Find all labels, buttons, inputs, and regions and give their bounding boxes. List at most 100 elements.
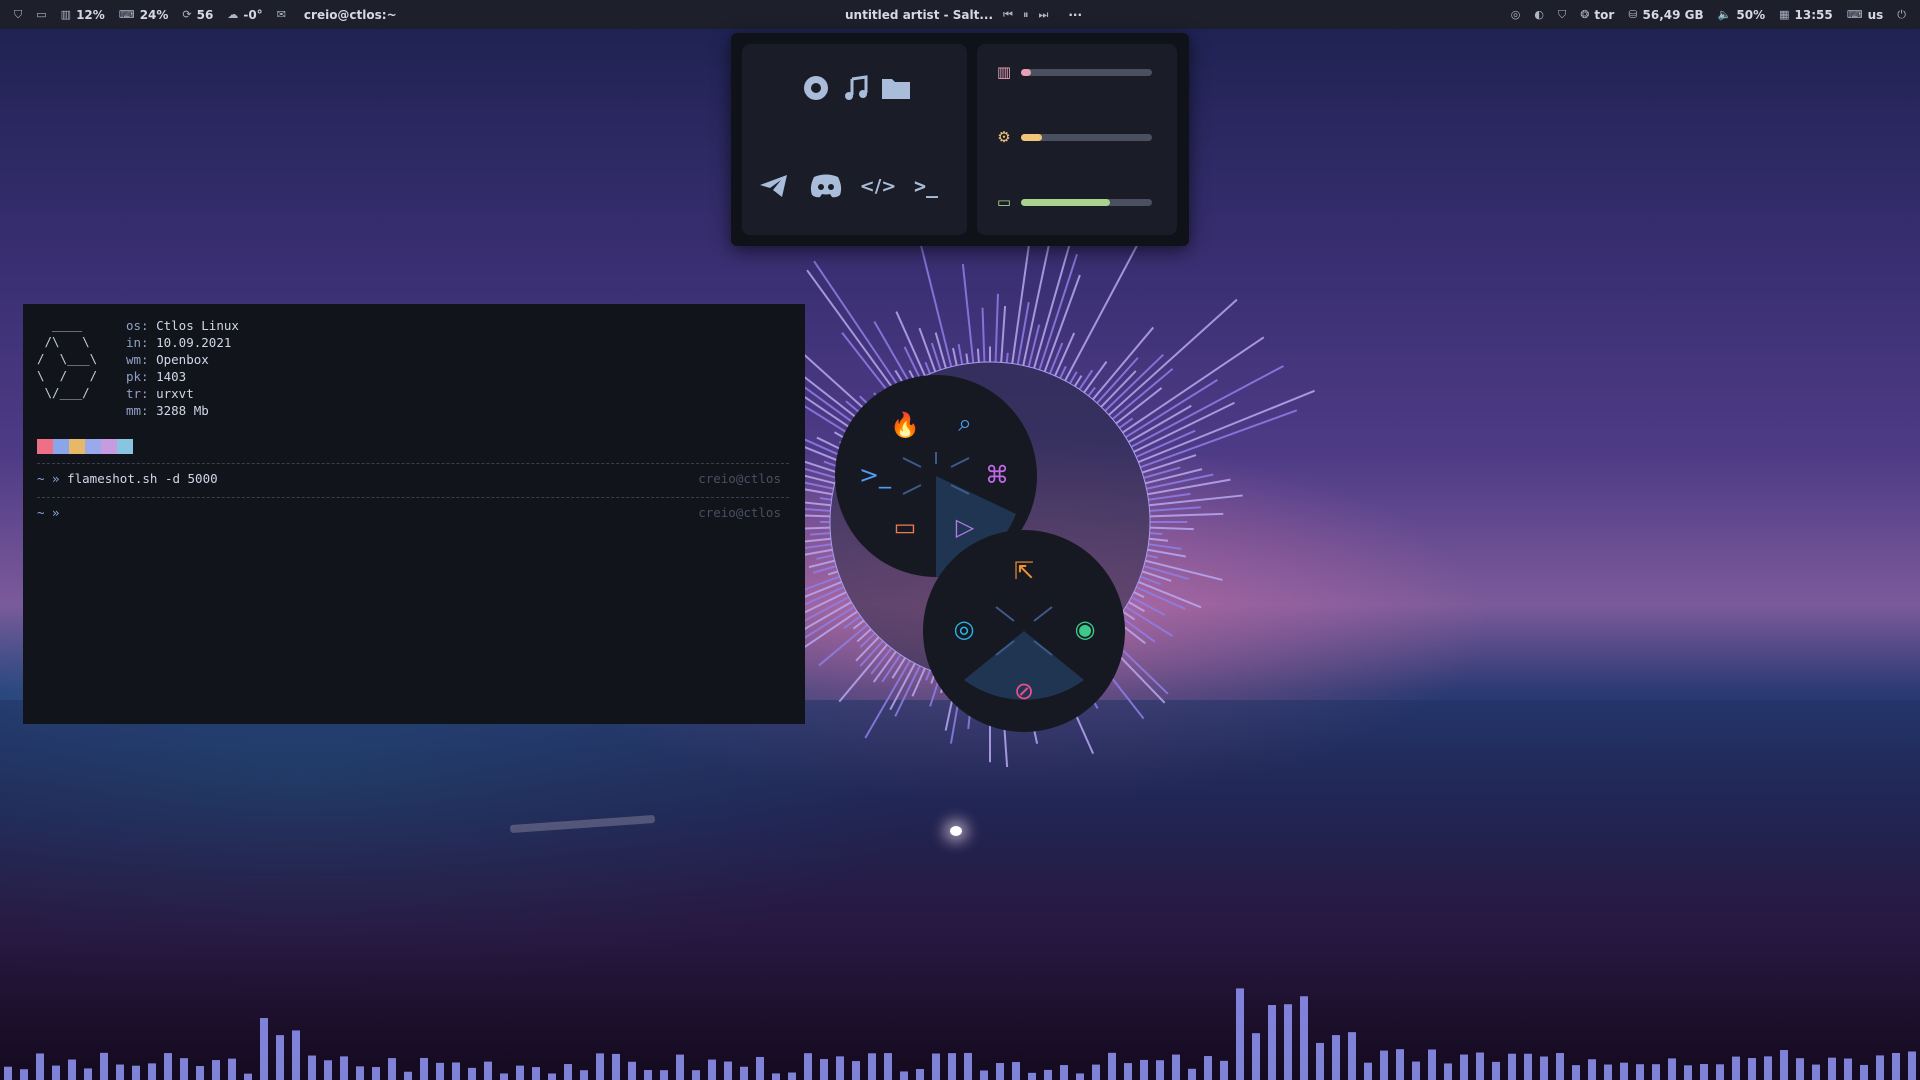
spectrum-bar	[1348, 1032, 1356, 1080]
visualizer-bar	[894, 665, 921, 717]
widget-value: 12%	[76, 7, 105, 22]
spectrum-bar	[388, 1058, 396, 1080]
system-meters: ▥ ⚙ ▭	[977, 44, 1177, 235]
folder-radial-icon[interactable]: ▭	[888, 510, 922, 544]
monitor-icon: ▭	[36, 8, 47, 21]
play-radial-icon[interactable]: ▷	[948, 510, 982, 544]
left-widget[interactable]: ⟳ 56	[182, 8, 213, 22]
visualizer-bar	[1146, 554, 1158, 559]
right-widget[interactable]: ⛉	[1558, 8, 1566, 22]
firefox-radial-icon[interactable]: 🔥	[888, 408, 922, 442]
left-widget[interactable]: ▥ 12%	[61, 8, 105, 22]
info-row: pk: 1403	[126, 368, 239, 385]
disk-icon: ⛁	[1628, 8, 1638, 21]
right-widget[interactable]: 🔈 50%	[1718, 8, 1765, 22]
cpu-meter-fill	[1021, 134, 1042, 141]
left-widget[interactable]: ▭	[36, 8, 46, 21]
spectrum-bar	[1860, 1064, 1868, 1080]
left-widget[interactable]: ⌨ 24%	[119, 8, 169, 22]
memory-chip-icon: ▥	[996, 63, 1012, 81]
spectrum-bar	[1332, 1035, 1340, 1080]
visualizer-bar	[798, 575, 840, 593]
visualizer-bar	[812, 565, 837, 574]
spectrum-bar	[660, 1070, 668, 1080]
spectrum-bar	[1620, 1062, 1628, 1080]
right-widget[interactable]: ⛁ 56,49 GB	[1628, 8, 1703, 22]
right-widget[interactable]: ⏻	[1897, 8, 1906, 22]
code-icon[interactable]: </>	[858, 166, 898, 206]
spectrum-bar	[1540, 1056, 1548, 1080]
info-row: in: 10.09.2021	[126, 334, 239, 351]
firefox-icon[interactable]	[796, 68, 836, 108]
next-track-icon[interactable]: ⏭	[1038, 8, 1048, 22]
spectrum-bar	[1460, 1054, 1468, 1080]
record-icon[interactable]: ◉	[1068, 612, 1102, 646]
color-swatch	[69, 439, 85, 454]
spectrum-bar	[532, 1067, 540, 1080]
visualizer-bar	[1073, 375, 1083, 387]
spectrum-bar	[884, 1053, 892, 1080]
left-widget[interactable]: ✉	[277, 8, 286, 21]
visualizer-bar	[1078, 369, 1094, 390]
spectrum-bar	[180, 1058, 188, 1080]
previous-track-icon[interactable]: ⏮	[1003, 8, 1013, 22]
right-widget[interactable]: ❂ tor	[1580, 8, 1614, 22]
spectrum-bar	[340, 1056, 348, 1080]
info-value: Ctlos Linux	[156, 318, 239, 333]
spectrum-bar	[868, 1053, 876, 1080]
spectrum-bar	[932, 1053, 940, 1080]
search-radial-icon[interactable]: ⌕	[948, 406, 982, 440]
system-info: os: Ctlos Linux in: 10.09.2021 wm: Openbox…	[126, 317, 239, 419]
active-window-title[interactable]: creio@ctlos:~	[304, 8, 397, 22]
folder-icon[interactable]	[876, 68, 916, 108]
visualizer-bar	[1147, 548, 1186, 558]
telegram-icon[interactable]	[754, 166, 794, 206]
keyboard-layout-icon: ⌨	[1846, 8, 1863, 21]
terminal-window[interactable]: ____ /\ \ / \___\ \ / / \/___/ os: Ctlos…	[23, 304, 805, 724]
spectrum-bar	[1828, 1057, 1836, 1080]
widget-value: 13:55	[1794, 7, 1833, 22]
right-widget[interactable]: ◎	[1511, 8, 1521, 21]
visualizer-bar	[1137, 389, 1315, 463]
visualizer-bar	[1149, 537, 1169, 542]
info-key: os:	[126, 318, 157, 333]
spectrum-bar	[1364, 1062, 1372, 1080]
terminal-icon[interactable]: >_	[906, 166, 946, 206]
left-widget[interactable]: ⛉	[14, 8, 22, 22]
right-widget[interactable]: ⌨ us	[1847, 8, 1884, 22]
visualizer-bar	[859, 632, 876, 648]
spectrum-bar	[292, 1030, 300, 1080]
spectrum-bar	[1140, 1059, 1148, 1080]
now-playing-text[interactable]: untitled artist - Salt...	[845, 8, 993, 22]
visualizer-bar	[1005, 352, 1009, 363]
more-menu-icon[interactable]: ···	[1068, 8, 1082, 22]
right-widget[interactable]: ◐	[1534, 8, 1544, 21]
music-icon[interactable]	[836, 68, 876, 108]
left-widget[interactable]: ☁ -0°	[227, 8, 262, 22]
pause-icon[interactable]: ⏸	[1023, 8, 1029, 22]
spectrum-bar	[564, 1064, 572, 1080]
visualizer-bar	[952, 347, 958, 366]
cpu-icon: ⚙	[997, 128, 1011, 146]
screenshot-icon[interactable]: ◎	[947, 612, 981, 646]
prompt-line-2[interactable]: ~ »	[37, 505, 60, 520]
gif-capture-icon[interactable]: ⊘	[1007, 674, 1041, 708]
spectrum-bar	[1108, 1052, 1116, 1080]
spectrum-bar	[1252, 1033, 1260, 1080]
spectrum-bar	[516, 1065, 524, 1080]
contrast-icon: ◐	[1534, 8, 1544, 21]
spectrum-bar	[1172, 1054, 1180, 1080]
keyboard-icon: ⌨	[118, 8, 135, 21]
command-radial-icon[interactable]: ⌘	[980, 458, 1014, 492]
visualizer-bar	[1087, 386, 1096, 397]
spectrum-bar	[1588, 1059, 1596, 1080]
memory-meter-fill	[1021, 69, 1032, 76]
spectrum-bar	[1412, 1061, 1420, 1080]
discord-icon[interactable]	[806, 166, 846, 206]
right-widget[interactable]: ▦ 13:55	[1779, 8, 1833, 22]
spectrum-bar	[1748, 1058, 1756, 1080]
terminal-radial-icon[interactable]: >_	[858, 458, 892, 492]
spectrum-bar	[436, 1062, 444, 1080]
select-area-icon[interactable]: ⇱	[1007, 554, 1041, 588]
volume-icon: 🔈	[1717, 8, 1732, 21]
